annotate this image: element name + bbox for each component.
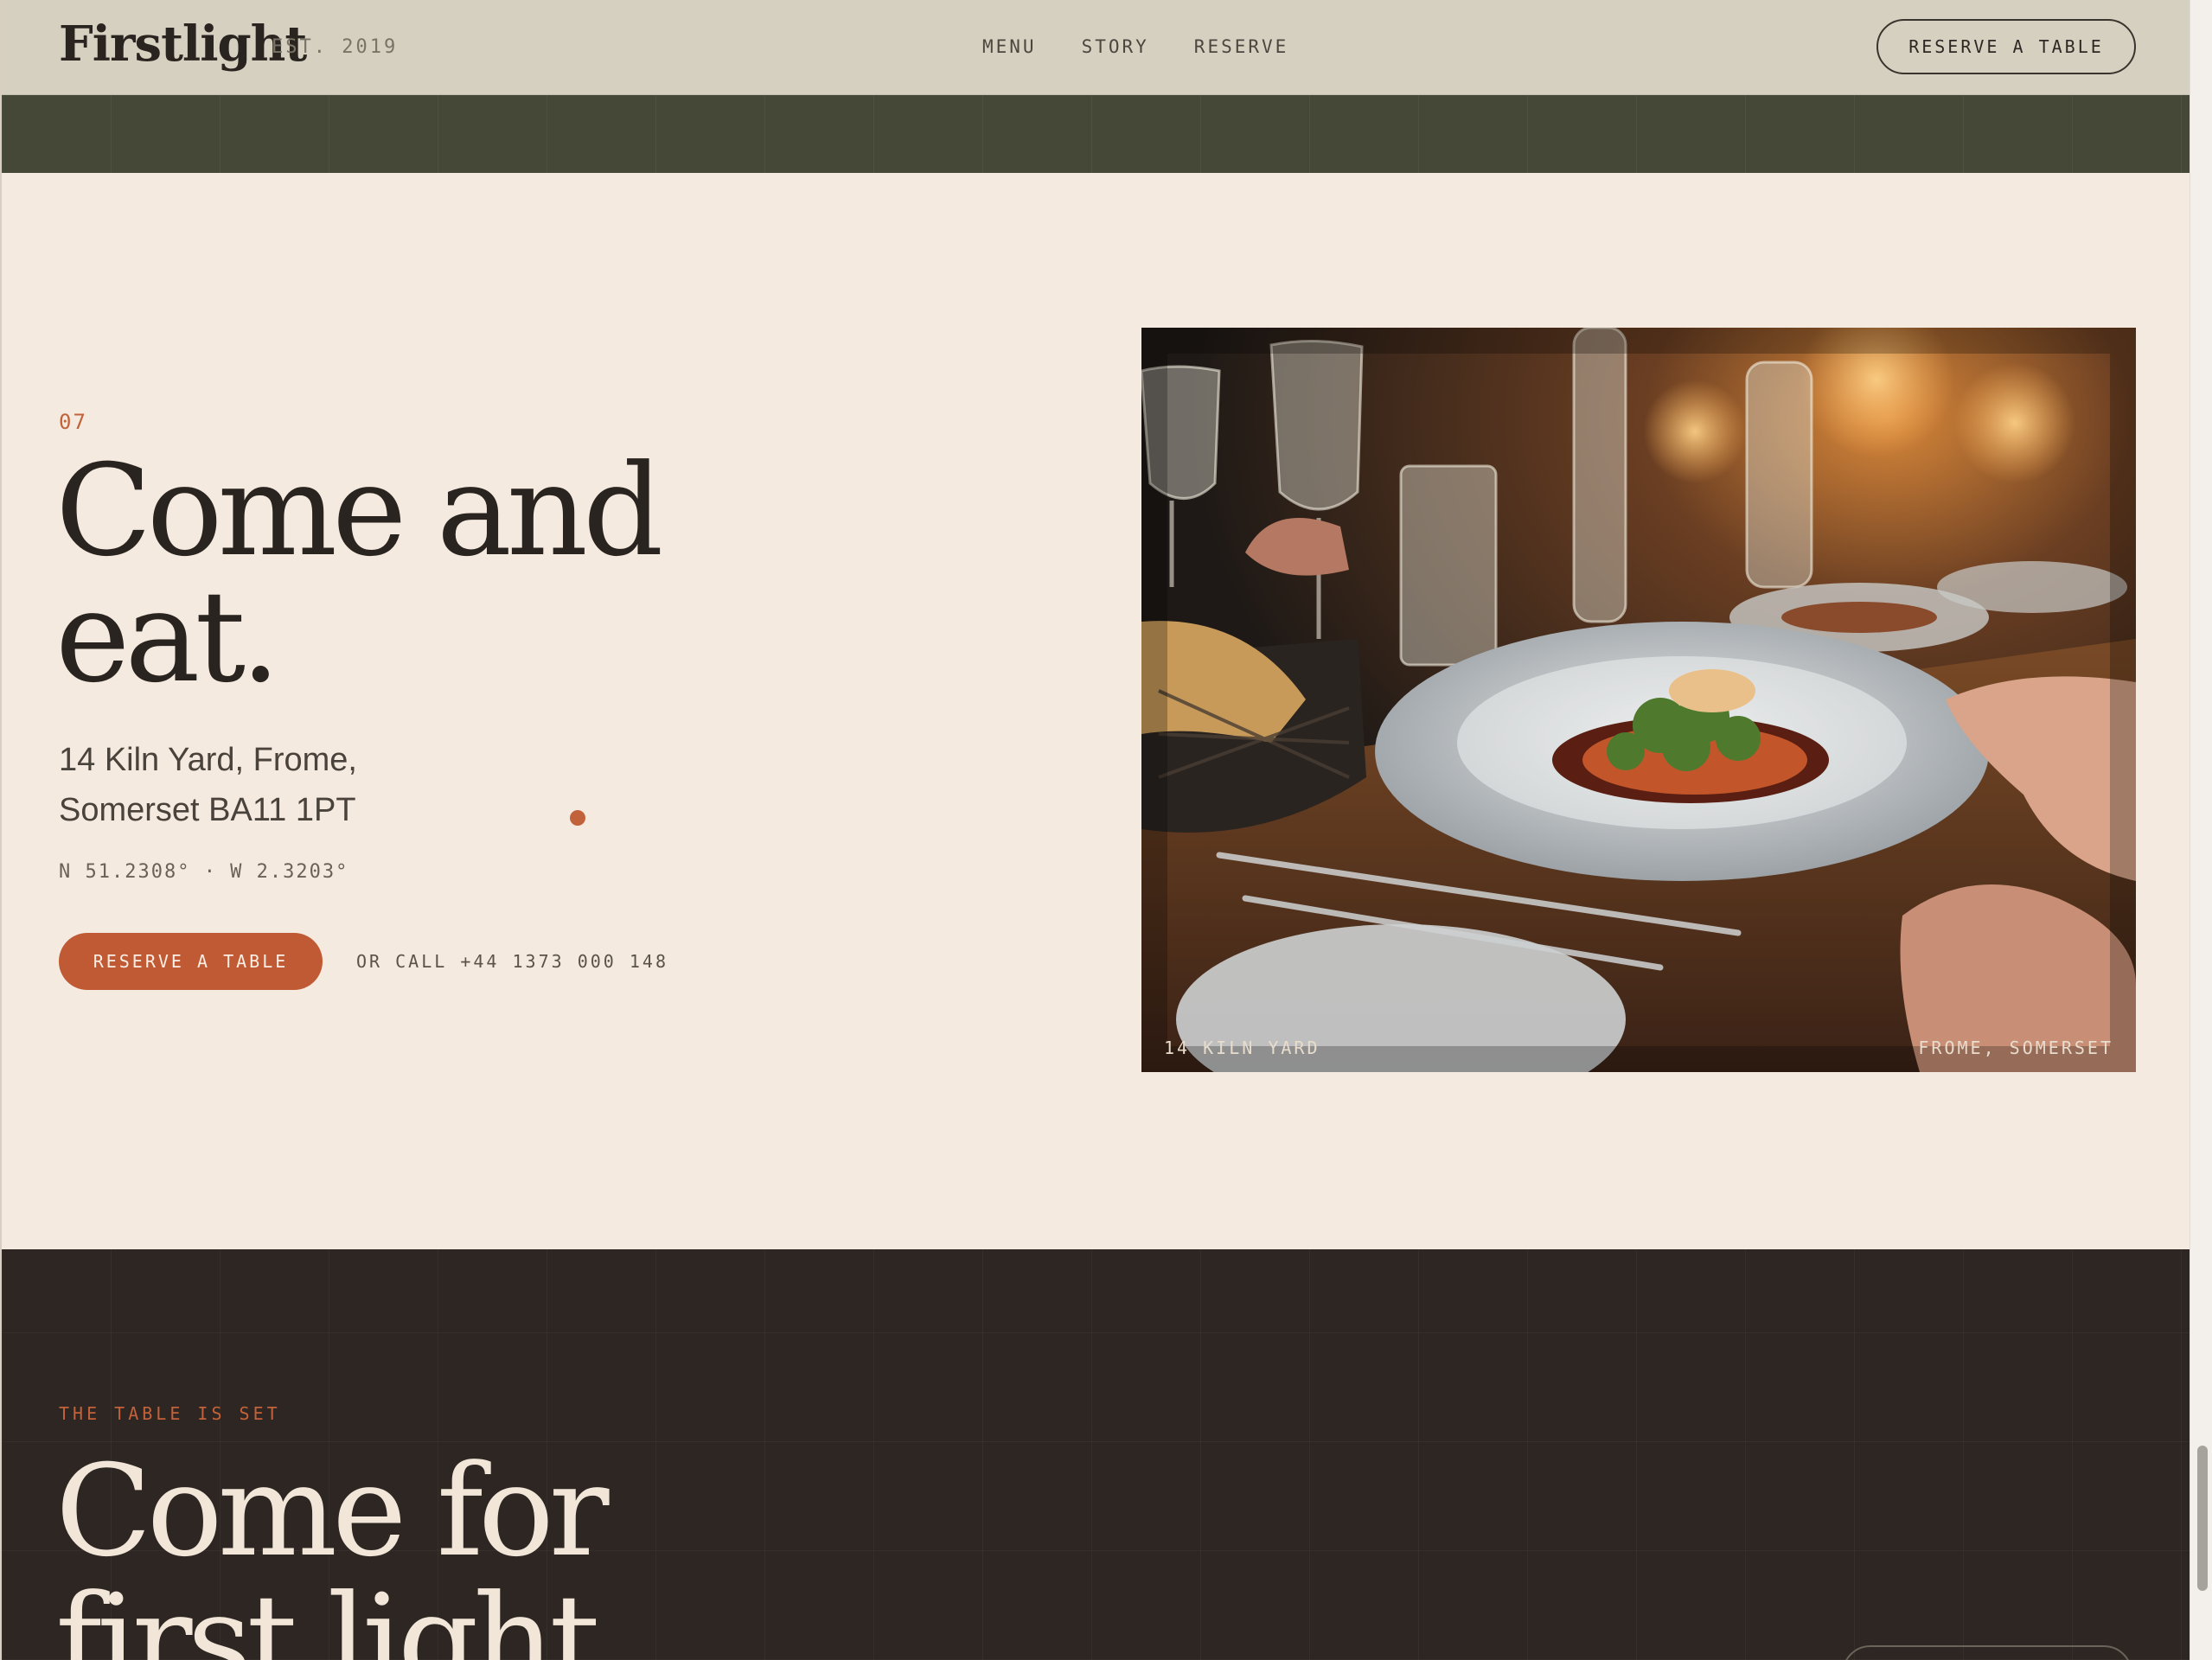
header-reserve-button[interactable]: RESERVE A TABLE [1876, 19, 2136, 74]
section-kicker: THE TABLE IS SET [59, 1403, 281, 1424]
address-line1: 14 Kiln Yard, Frome, [59, 742, 357, 778]
section-button[interactable] [1842, 1645, 2132, 1660]
hero-title: Come and eat. [55, 448, 663, 700]
section-title: Come for first light [55, 1446, 610, 1660]
photo-caption-right: FROME, SOMERSET [1918, 1038, 2113, 1058]
accent-dot [570, 810, 585, 826]
main-nav: MENU STORY RESERVE [982, 36, 1288, 57]
address: 14 Kiln Yard, Frome, Somerset BA11 1PT [59, 735, 357, 835]
site-header: Firstlight EST. 2019 MENU STORY RESERVE … [2, 0, 2190, 95]
established-label: EST. 2019 [272, 36, 399, 58]
scrollbar-thumb[interactable] [2197, 1446, 2208, 1591]
hero-title-line2: eat. [55, 564, 281, 711]
decorative-band [2, 95, 2190, 173]
hero-section: 07 Come and eat. 14 Kiln Yard, Frome, So… [2, 173, 2190, 1249]
address-line2: Somerset BA11 1PT [59, 792, 356, 828]
section-title-line1: Come for [55, 1438, 610, 1585]
nav-reserve[interactable]: RESERVE [1194, 36, 1289, 57]
restaurant-photo: 14 KILN YARD FROME, SOMERSET [1141, 328, 2136, 1072]
nav-menu[interactable]: MENU [982, 36, 1037, 57]
nav-story[interactable]: STORY [1082, 36, 1149, 57]
section-title-line2: first light [55, 1567, 600, 1660]
logo[interactable]: Firstlight [59, 16, 307, 73]
call-text[interactable]: OR CALL +44 1373 000 148 [356, 951, 668, 972]
section-number: 07 [59, 410, 87, 434]
page: Firstlight EST. 2019 MENU STORY RESERVE … [0, 0, 2190, 1660]
coordinates: N 51.2308° · W 2.3203° [59, 861, 349, 883]
scrollbar[interactable] [2190, 0, 2212, 1660]
reserve-table-button[interactable]: RESERVE A TABLE [59, 933, 323, 990]
photo-caption-left: 14 KILN YARD [1164, 1038, 1320, 1058]
table-is-set-section: THE TABLE IS SET Come for first light [2, 1249, 2190, 1660]
dining-table-illustration [1141, 328, 2136, 1072]
hero-title-line1: Come and [55, 437, 663, 584]
